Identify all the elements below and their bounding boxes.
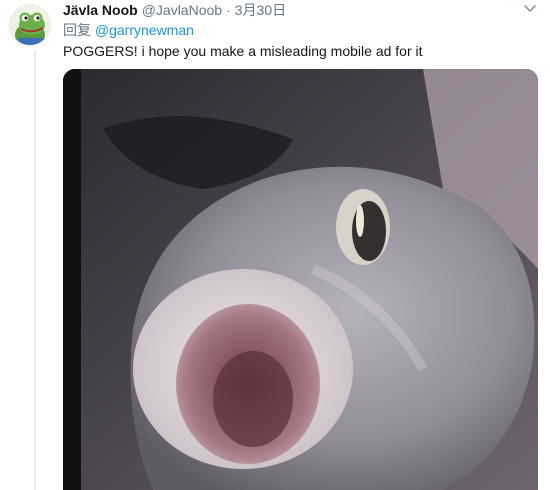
avatar[interactable]: [9, 4, 51, 46]
reply-prefix: 回复: [63, 22, 95, 38]
display-name[interactable]: Jävla Noob: [63, 0, 138, 20]
user-handle[interactable]: @JavlaNoob: [142, 0, 222, 20]
thread-line: [34, 50, 36, 490]
tweet-text: POGGERS! i hope you make a misleading mo…: [63, 43, 423, 59]
separator-dot: ·: [226, 2, 231, 18]
tweet: Jävla Noob @JavlaNoob · 3月30日 回复 @garryn…: [0, 0, 550, 490]
tweet-content: Jävla Noob @JavlaNoob · 3月30日 回复 @garryn…: [63, 0, 540, 62]
tweet-date[interactable]: 3月30日: [235, 0, 286, 20]
reply-context: 回复 @garrynewman: [63, 20, 540, 40]
frog-avatar-icon: [10, 5, 50, 45]
tweet-header: Jävla Noob @JavlaNoob · 3月30日: [63, 0, 540, 20]
tweet-media[interactable]: [63, 69, 538, 490]
chevron-down-icon[interactable]: [522, 0, 538, 16]
reply-to-link[interactable]: @garrynewman: [95, 22, 194, 38]
fish-video-frame: [63, 69, 538, 490]
